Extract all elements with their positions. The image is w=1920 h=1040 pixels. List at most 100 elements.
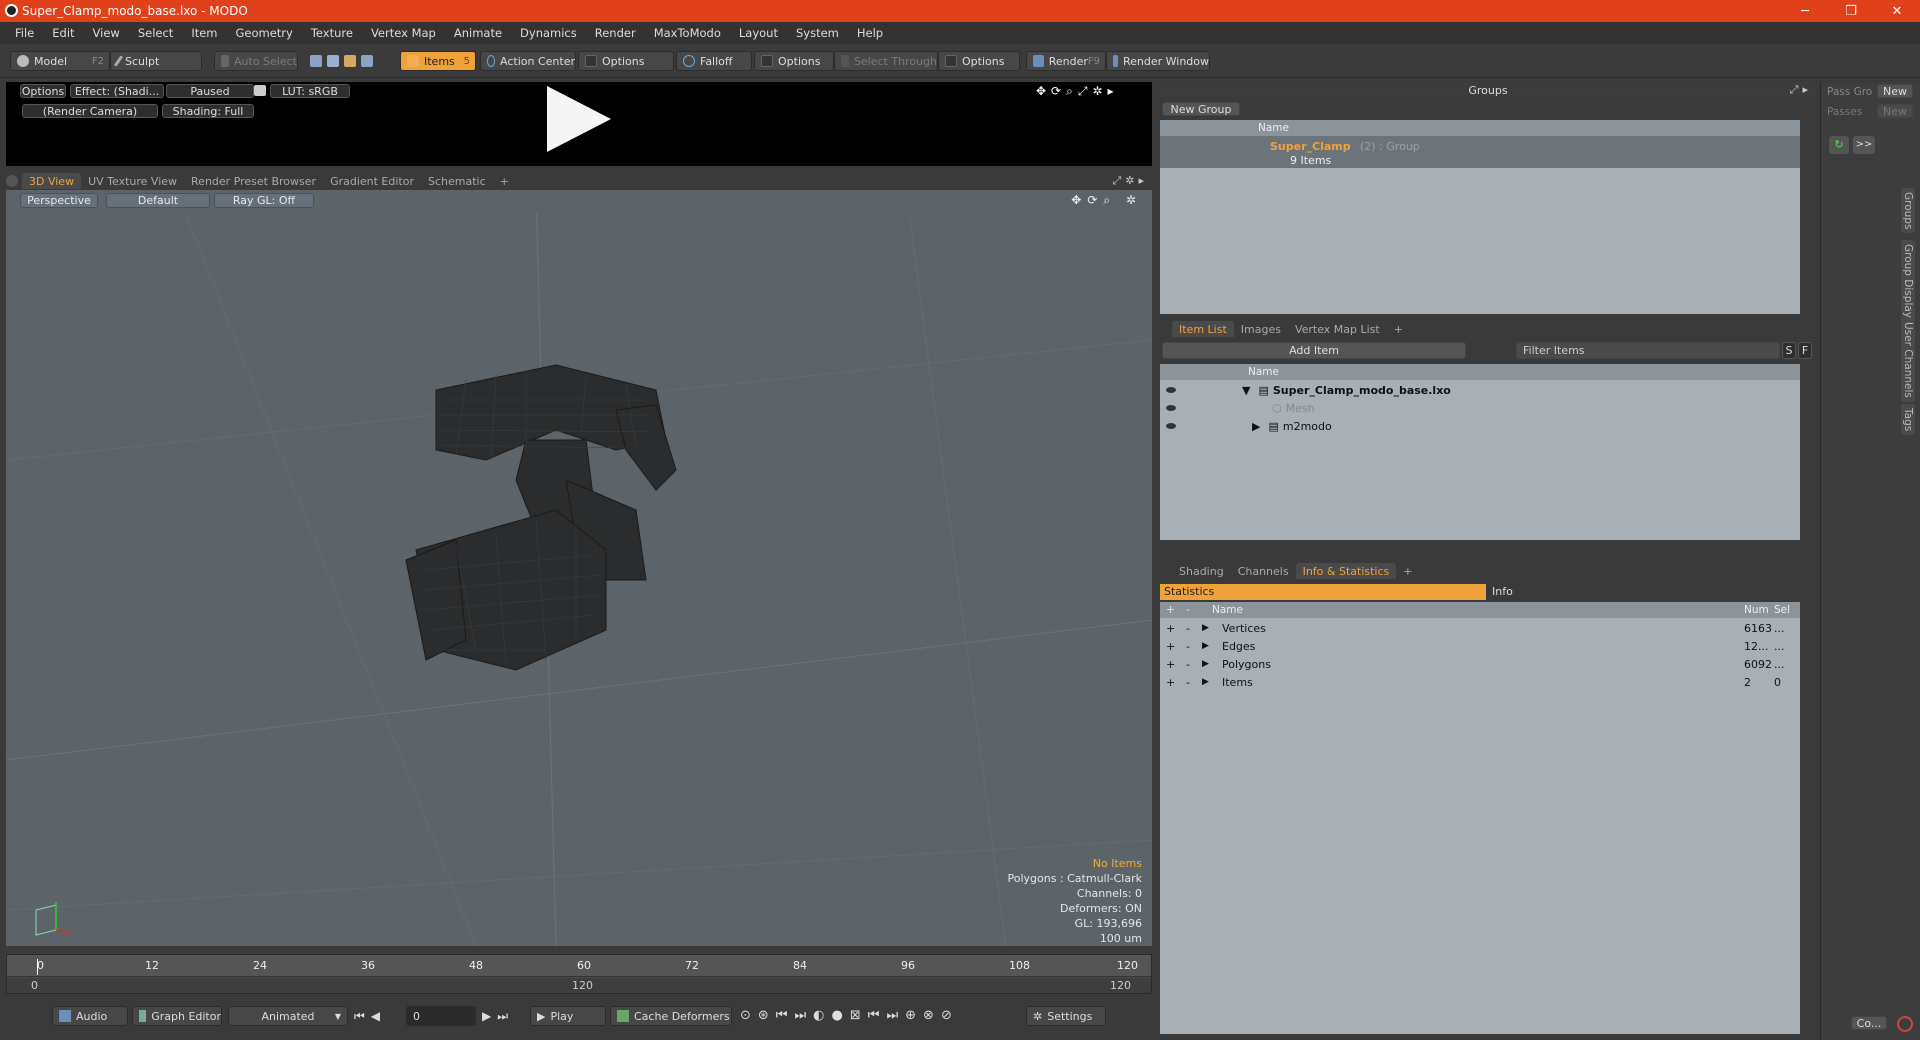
expand-arrow-icon[interactable]: ▼ [1242, 384, 1250, 397]
stats-row-polygons[interactable]: + - ▶ Polygons 6092 ... [1160, 655, 1800, 673]
play-preview-icon[interactable] [547, 86, 611, 152]
auto-select-button[interactable]: Auto Select [214, 51, 298, 71]
tab-3d-view[interactable]: 3D View [22, 173, 82, 189]
sculpt-mode-button[interactable]: Sculpt [110, 51, 202, 71]
add-tab-button[interactable]: + [1387, 321, 1410, 337]
tab-shading[interactable]: Shading [1172, 563, 1231, 579]
select-through-options-button[interactable]: Options [938, 51, 1020, 71]
tab-gradient-editor[interactable]: Gradient Editor [323, 173, 421, 189]
minimize-button[interactable]: ─ [1782, 0, 1828, 22]
menu-select[interactable]: Select [129, 26, 182, 40]
record-icon[interactable] [1897, 1016, 1913, 1032]
item-row-scene[interactable]: ▼ ▤ Super_Clamp_modo_base.lxo [1160, 381, 1800, 399]
audio-button[interactable]: Audio [52, 1006, 128, 1026]
refresh-icon[interactable]: ↻ [1829, 136, 1849, 154]
viewport-panel-icons[interactable]: ⤢✲▸ [1112, 174, 1148, 188]
search-f-button[interactable]: F [1798, 342, 1812, 359]
expand-plus-icon[interactable]: + [1166, 676, 1175, 689]
perspective-dropdown[interactable]: Perspective [20, 193, 98, 208]
vtab-tags[interactable]: Tags [1901, 404, 1915, 436]
eye-icon[interactable] [1166, 387, 1176, 393]
vtab-user-channels[interactable]: User Channels [1901, 318, 1915, 402]
menu-file[interactable]: File [6, 26, 43, 40]
menu-help[interactable]: Help [848, 26, 892, 40]
eye-icon[interactable] [1166, 423, 1176, 429]
new-pass-button[interactable]: New [1877, 104, 1913, 118]
tab-uv-texture-view[interactable]: UV Texture View [81, 173, 184, 189]
viewport-menu-icon[interactable] [6, 175, 18, 187]
expand-arrow-icon[interactable]: ▶ [1202, 623, 1209, 633]
menu-render[interactable]: Render [586, 26, 645, 40]
tab-vertex-map-list[interactable]: Vertex Map List [1288, 321, 1387, 337]
raygl-dropdown[interactable]: Ray GL: Off [214, 193, 314, 208]
statistics-tab[interactable]: Statistics [1160, 584, 1486, 600]
menu-geometry[interactable]: Geometry [227, 26, 302, 40]
expand-plus-icon[interactable]: + [1166, 658, 1175, 671]
falloff-button[interactable]: Falloff [676, 51, 752, 71]
playhead[interactable] [37, 959, 38, 975]
skip-back-buttons[interactable]: ⏮◀ [354, 1009, 386, 1024]
tab-channels[interactable]: Channels [1231, 563, 1296, 579]
command-input[interactable]: Co... [1851, 1016, 1887, 1030]
close-button[interactable]: ✕ [1874, 0, 1920, 22]
graph-editor-button[interactable]: Graph Editor [132, 1006, 222, 1026]
new-pass-group-button[interactable]: New [1877, 84, 1913, 98]
action-center-options-button[interactable]: Options [578, 51, 674, 71]
preview-effect-dropdown[interactable]: Effect: (Shadi... [70, 84, 164, 98]
collapse-minus-icon[interactable]: - [1186, 676, 1190, 689]
viewport-nav-icons[interactable]: ✥⟳⌕ ✲ [1071, 193, 1142, 208]
falloff-options-button[interactable]: Options [754, 51, 834, 71]
expand-arrow-icon[interactable]: ▶ [1252, 420, 1260, 433]
timeline[interactable]: 0 12 24 36 48 60 72 84 96 108 120 0 120 … [6, 954, 1152, 994]
expand-plus-icon[interactable]: + [1166, 622, 1175, 635]
preview-lut-dropdown[interactable]: LUT: sRGB [270, 84, 350, 98]
key-tools-icons[interactable]: ⊙⊛⏮⏭◐●⊠⏮⏭⊕⊗⊘ [740, 1008, 959, 1023]
animated-dropdown[interactable]: Animated ▼ [228, 1006, 348, 1026]
info-tab[interactable]: Info [1488, 584, 1816, 600]
eye-icon[interactable] [1166, 405, 1176, 411]
tab-images[interactable]: Images [1234, 321, 1288, 337]
statistics-table[interactable]: + - Name Num Sel + - ▶ Vertices 6163 ...… [1160, 602, 1800, 1034]
expand-arrow-icon[interactable]: ▶ [1202, 677, 1209, 687]
stats-row-vertices[interactable]: + - ▶ Vertices 6163 ... [1160, 619, 1800, 637]
vtab-groups[interactable]: Groups [1901, 188, 1915, 234]
render-window-button[interactable]: Render Window [1106, 51, 1210, 71]
collapse-minus-icon[interactable]: - [1186, 622, 1190, 635]
menu-texture[interactable]: Texture [302, 26, 362, 40]
expand-arrow-icon[interactable]: ▶ [1202, 641, 1209, 651]
play-button[interactable]: ▶ Play [530, 1006, 606, 1026]
items-mode-button[interactable]: Items 5 [400, 51, 476, 71]
collapse-minus-icon[interactable]: - [1186, 640, 1190, 653]
maximize-button[interactable]: ❐ [1828, 0, 1874, 22]
expand-plus-icon[interactable]: + [1166, 640, 1175, 653]
frame-input[interactable]: 0 [406, 1006, 476, 1026]
render-button[interactable]: Render F9 [1026, 51, 1106, 71]
tab-schematic[interactable]: Schematic [421, 173, 493, 189]
item-row-m2modo[interactable]: ▶ ▤ m2modo [1160, 417, 1800, 435]
settings-button[interactable]: ✲ Settings [1026, 1006, 1106, 1026]
add-tab-button[interactable]: + [493, 173, 516, 189]
edges-mode-icon[interactable] [327, 55, 339, 67]
skip-forward-buttons[interactable]: ▶⏭ [482, 1009, 514, 1024]
materials-mode-icon[interactable] [361, 55, 373, 67]
menu-view[interactable]: View [84, 26, 129, 40]
groups-panel-icons[interactable]: ⤢▸ [1790, 83, 1812, 97]
stats-row-edges[interactable]: + - ▶ Edges 12... ... [1160, 637, 1800, 655]
groups-list[interactable]: Name Super_Clamp (2) : Group 9 Items [1160, 120, 1800, 314]
tab-info-statistics[interactable]: Info & Statistics [1295, 563, 1397, 579]
select-through-button[interactable]: Select Through [834, 51, 938, 71]
lock-icon[interactable] [254, 85, 266, 96]
expand-button[interactable]: >> [1853, 136, 1875, 154]
model-mode-button[interactable]: Model F2 [10, 51, 110, 71]
menu-maxtomodo[interactable]: MaxToModo [645, 26, 730, 40]
preview-pause-button[interactable]: Paused [166, 84, 254, 98]
menu-animate[interactable]: Animate [445, 26, 511, 40]
menu-item[interactable]: Item [182, 26, 226, 40]
menu-dynamics[interactable]: Dynamics [511, 26, 586, 40]
group-row-super-clamp[interactable]: Super_Clamp (2) : Group 9 Items [1160, 136, 1800, 168]
preview-shading-dropdown[interactable]: Shading: Full [162, 104, 254, 118]
new-group-button[interactable]: New Group [1162, 102, 1240, 116]
vertices-mode-icon[interactable] [310, 55, 322, 67]
item-row-mesh[interactable]: ⬡ Mesh [1160, 399, 1800, 417]
add-tab-button[interactable]: + [1396, 563, 1419, 579]
